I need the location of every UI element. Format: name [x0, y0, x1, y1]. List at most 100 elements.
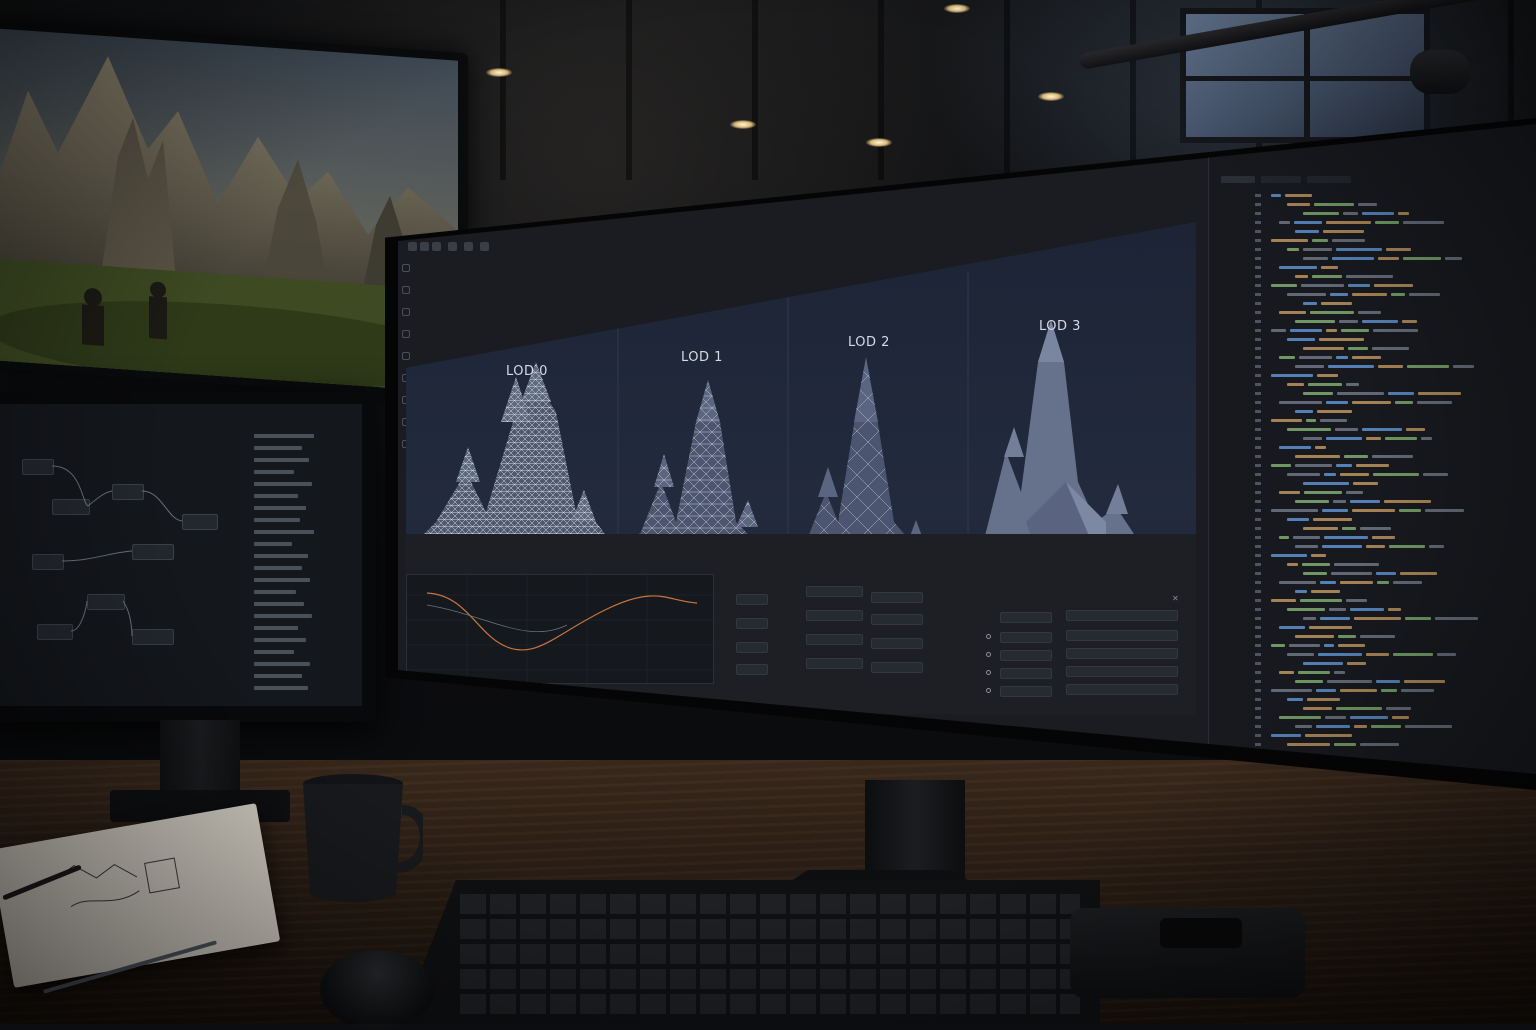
property-field[interactable] — [806, 586, 863, 597]
property-field[interactable] — [1066, 610, 1178, 621]
code-token — [1324, 536, 1368, 539]
tab[interactable] — [1307, 176, 1351, 183]
code-token — [1407, 365, 1449, 368]
code-token — [1350, 608, 1384, 611]
line-number — [1255, 293, 1261, 296]
property-field[interactable] — [871, 662, 923, 673]
property-field[interactable] — [806, 658, 863, 669]
line-number — [1255, 383, 1261, 386]
code-token — [1350, 716, 1388, 719]
code-token — [1287, 698, 1303, 701]
property-field[interactable] — [1000, 612, 1052, 623]
tool-button[interactable] — [464, 242, 473, 251]
scale-tool-icon[interactable] — [402, 330, 410, 338]
code-token — [1366, 545, 1385, 548]
lod0-label: LOD 0 — [506, 364, 548, 379]
property-field[interactable] — [1000, 650, 1052, 661]
property-field[interactable] — [806, 610, 863, 621]
property-field[interactable] — [1000, 686, 1052, 697]
line-number — [1255, 212, 1261, 215]
line-number — [1255, 455, 1261, 458]
code-token — [1322, 545, 1362, 548]
radio-option[interactable] — [986, 634, 991, 639]
lod-falloff-curve[interactable] — [406, 574, 714, 684]
property-field[interactable] — [806, 634, 863, 645]
line-number — [1255, 518, 1261, 521]
property-field[interactable] — [871, 638, 923, 649]
property-field[interactable] — [736, 618, 768, 629]
code-token — [1271, 329, 1286, 332]
code-token — [1271, 194, 1281, 197]
code-token — [1279, 266, 1317, 269]
code-token — [1358, 311, 1381, 314]
tool-button[interactable] — [432, 242, 441, 251]
property-field[interactable] — [1000, 632, 1052, 643]
move-tool-icon[interactable] — [402, 286, 410, 294]
tool-button[interactable] — [448, 242, 457, 251]
radio-option[interactable] — [986, 688, 991, 693]
property-field[interactable] — [1000, 668, 1052, 679]
code-token — [1409, 293, 1440, 296]
code-token — [1344, 455, 1368, 458]
code-token — [1418, 392, 1461, 395]
property-field[interactable] — [871, 592, 923, 603]
tool-button[interactable] — [420, 242, 429, 251]
code-token — [1271, 464, 1291, 467]
radio-option[interactable] — [986, 652, 991, 657]
code-token — [1340, 581, 1373, 584]
line-number — [1255, 248, 1261, 251]
code-token — [1317, 374, 1338, 377]
property-field[interactable] — [736, 642, 768, 653]
radio-option[interactable] — [986, 670, 991, 675]
code-token — [1329, 608, 1346, 611]
code-token — [1346, 383, 1359, 386]
code-token — [1352, 509, 1395, 512]
select-tool-icon[interactable] — [402, 264, 410, 272]
code-token — [1445, 257, 1462, 260]
code-token — [1332, 257, 1374, 260]
lod3-label: LOD 3 — [1039, 319, 1081, 334]
tab[interactable] — [1261, 176, 1301, 183]
line-number — [1255, 356, 1261, 359]
code-token — [1354, 617, 1401, 620]
code-token — [1306, 419, 1316, 422]
code-token — [1360, 743, 1399, 746]
property-field[interactable] — [736, 664, 768, 675]
tool-button[interactable] — [408, 242, 417, 251]
left-monitor-stand — [160, 720, 240, 800]
rotate-tool-icon[interactable] — [402, 308, 410, 316]
line-number — [1255, 662, 1261, 665]
code-token — [1378, 257, 1399, 260]
line-number — [1255, 338, 1261, 341]
property-field[interactable] — [871, 614, 923, 625]
code-token — [1342, 527, 1356, 530]
property-field[interactable] — [736, 594, 768, 605]
property-field[interactable] — [1066, 684, 1178, 695]
property-field[interactable] — [1066, 666, 1178, 677]
brush-tool-icon[interactable] — [402, 352, 410, 360]
line-number — [1255, 194, 1261, 197]
graph-connections — [51, 465, 183, 637]
line-number — [1255, 482, 1261, 485]
close-icon[interactable]: ✕ — [1172, 594, 1179, 603]
tab[interactable] — [1221, 176, 1255, 183]
line-number — [1255, 716, 1261, 719]
code-token — [1285, 194, 1312, 197]
property-field[interactable] — [1066, 648, 1178, 659]
code-token — [1381, 689, 1397, 692]
code-token — [1348, 347, 1368, 350]
code-token — [1287, 473, 1320, 476]
tool-button[interactable] — [480, 242, 489, 251]
code-token — [1303, 248, 1332, 251]
code-token — [1300, 599, 1342, 602]
line-number — [1255, 563, 1261, 566]
code-token — [1386, 248, 1411, 251]
code-token — [1287, 608, 1325, 611]
desk-lamp-head — [1410, 50, 1470, 94]
code-token — [1337, 392, 1384, 395]
code-token — [1295, 680, 1323, 683]
property-field[interactable] — [1066, 630, 1178, 641]
left-monitor — [0, 392, 376, 722]
code-token — [1317, 410, 1352, 413]
code-token — [1310, 311, 1354, 314]
